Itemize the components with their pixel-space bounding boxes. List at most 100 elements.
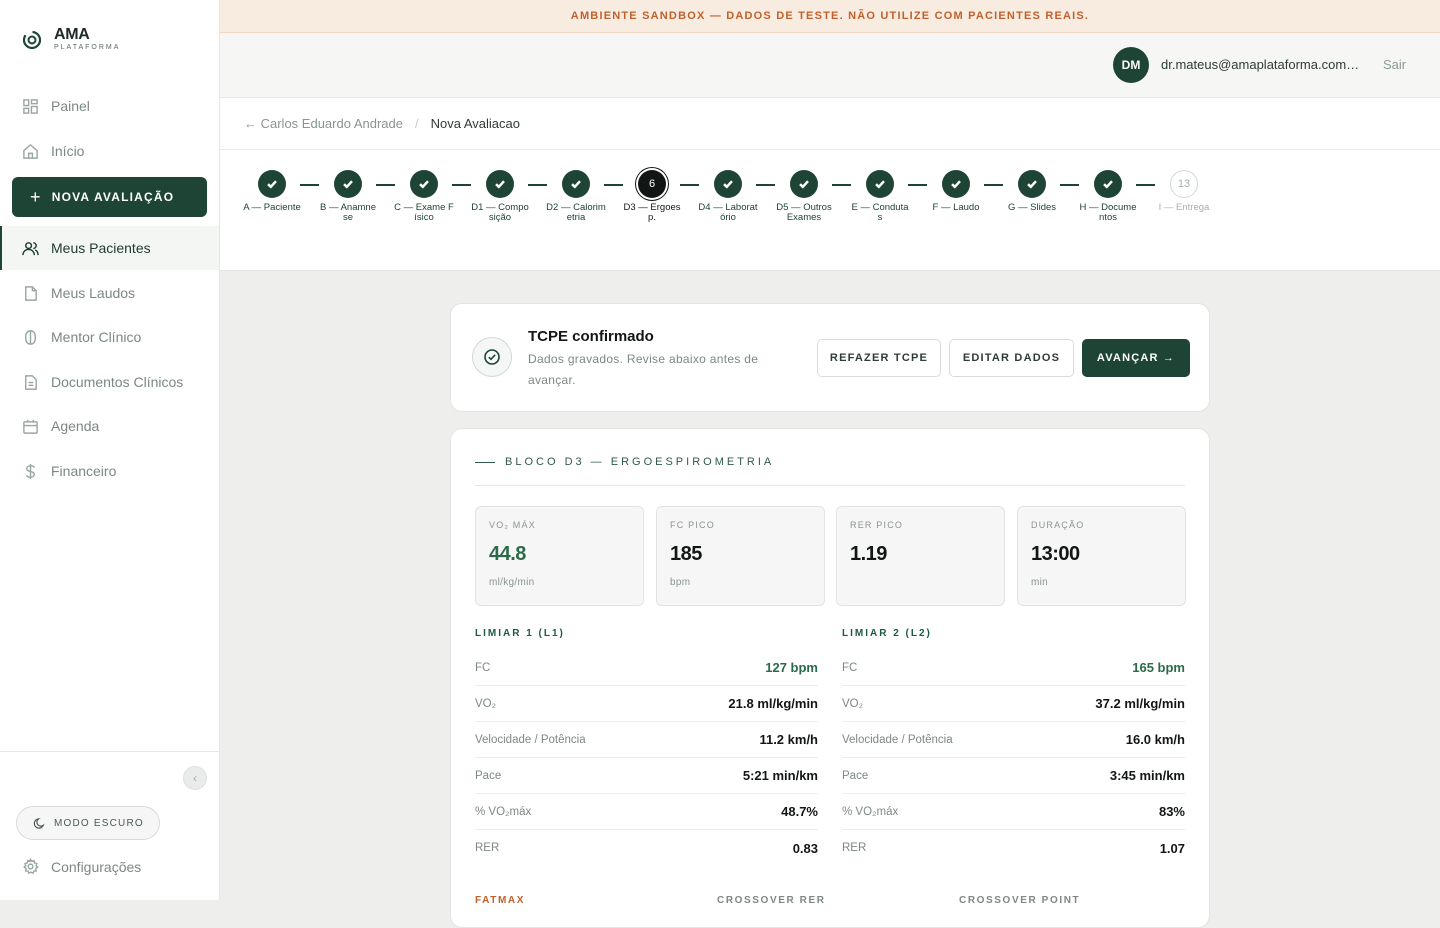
step-label: D1 — Composição (471, 202, 529, 223)
sidebar: AMA PLATAFORMA Painel Início + NOVA AVAL… (0, 0, 220, 900)
step-connector (1060, 184, 1079, 186)
sidebar-item-meus-pacientes[interactable]: Meus Pacientes (0, 226, 219, 270)
ergoespirometria-card: BLOCO D3 — ERGOESPIROMETRIA VO₂ MÁX 44.8… (450, 428, 1210, 928)
table-row: Velocidade / Potência 16.0 km/h (842, 722, 1185, 758)
step-connector (908, 184, 927, 186)
settings-label: Configurações (51, 858, 142, 875)
step-label: D2 — Calorimetria (546, 202, 606, 223)
settings-link[interactable]: Configurações (22, 858, 141, 875)
check-icon (258, 170, 286, 198)
crossover-point-title: CROSSOVER POINT (959, 895, 1081, 906)
step-number: 13 (1170, 170, 1198, 198)
row-label: Velocidade / Potência (475, 733, 586, 746)
table-row: % VO₂máx 48.7% (475, 794, 818, 830)
brand-subtitle: PLATAFORMA (54, 44, 121, 51)
logo[interactable]: AMA PLATAFORMA (22, 27, 120, 52)
advance-button[interactable]: AVANÇAR → (1082, 339, 1190, 377)
sidebar-item-label: Mentor Clínico (51, 329, 142, 345)
row-label: VO₂ (475, 697, 497, 710)
breadcrumb-current: Nova Avaliacao (430, 116, 520, 131)
row-value: 5:21 min/km (742, 768, 818, 783)
step-number: 6 (638, 170, 666, 198)
metric-label: VO₂ MÁX (489, 520, 536, 530)
row-label: RER (475, 842, 500, 854)
confirmation-title: TCPE confirmado (528, 328, 654, 345)
row-label: FC (842, 661, 858, 674)
step-label: I — Entrega (1158, 202, 1210, 213)
check-icon (562, 170, 590, 198)
row-value: 1.07 (1159, 840, 1185, 856)
step-label: B — Anamnese (320, 202, 376, 223)
check-icon (334, 170, 362, 198)
metric-label: DURAÇÃO (1031, 520, 1085, 530)
step-connector (452, 184, 471, 186)
row-value: 21.8 ml/kg/min (728, 696, 818, 711)
table-row: Pace 5:21 min/km (475, 758, 818, 794)
step-10[interactable]: G — Slides (1002, 170, 1062, 213)
row-label: RER (842, 842, 867, 854)
sidebar-item-painel[interactable]: Painel (0, 84, 219, 128)
step-7[interactable]: D5 — Outros Exames (774, 170, 834, 223)
sidebar-item-financeiro[interactable]: Financeiro (0, 449, 219, 493)
step-5[interactable]: 6 D3 — Ergoesp. (622, 170, 682, 223)
step-11[interactable]: H — Documentos (1078, 170, 1138, 223)
redo-tcpe-button[interactable]: REFAZER TCPE (817, 339, 941, 377)
table-row: RER 1.07 (842, 830, 1185, 866)
sidebar-item-meus-laudos[interactable]: Meus Laudos (0, 271, 219, 315)
crossover-rer-title: CROSSOVER RER (717, 895, 826, 906)
step-2[interactable]: C — Exame Físico (394, 170, 454, 223)
row-value: 165 bpm (1132, 660, 1185, 675)
sidebar-item-mentor-clinico[interactable]: Mentor Clínico (0, 315, 219, 359)
logo-icon (22, 30, 42, 49)
fatmax-title: FATMAX (475, 895, 525, 906)
metric-value: 44.8 (489, 543, 526, 565)
step-connector (376, 184, 395, 186)
plus-icon: + (30, 187, 42, 207)
metric-value: 185 (670, 543, 702, 565)
step-connector (528, 184, 547, 186)
sidebar-item-agenda[interactable]: Agenda (0, 404, 219, 448)
dark-mode-toggle[interactable]: MODO ESCURO (16, 806, 160, 840)
step-label: E — Condutas (851, 202, 909, 223)
sidebar-item-label: Meus Laudos (51, 285, 136, 301)
collapse-sidebar-button[interactable]: ‹ (183, 766, 207, 790)
document-icon (25, 374, 37, 390)
step-4[interactable]: D2 — Calorimetria (546, 170, 606, 223)
sidebar-item-documentos-clinicos[interactable]: Documentos Clínicos (0, 360, 219, 404)
metric-value: 13:00 (1031, 543, 1080, 565)
step-connector (300, 184, 319, 186)
new-evaluation-button[interactable]: + NOVA AVALIAÇÃO (12, 177, 207, 217)
step-label: A — Paciente (243, 202, 301, 213)
table-row: FC 127 bpm (475, 650, 818, 686)
logout-link[interactable]: Sair (1383, 57, 1406, 72)
step-label: D5 — Outros Exames (776, 202, 832, 223)
step-label: G — Slides (1007, 202, 1057, 213)
metric-card-duracao: DURAÇÃO 13:00 min (1017, 506, 1186, 606)
step-12[interactable]: 13 I — Entrega (1154, 170, 1214, 213)
brand-title: AMA (54, 26, 90, 43)
step-3[interactable]: D1 — Composição (470, 170, 530, 223)
block-title-dash (475, 461, 495, 463)
sidebar-item-label: Meus Pacientes (51, 240, 151, 256)
breadcrumb-back-link[interactable]: ← Carlos Eduardo Andrade (244, 116, 403, 131)
row-value: 37.2 ml/kg/min (1095, 696, 1185, 711)
step-1[interactable]: B — Anamnese (318, 170, 378, 223)
step-6[interactable]: D4 — Laboratório (698, 170, 758, 223)
sidebar-item-inicio[interactable]: Início (0, 129, 219, 173)
step-0[interactable]: A — Paciente (242, 170, 302, 213)
row-value: 16.0 km/h (1125, 732, 1185, 747)
block-title: BLOCO D3 — ERGOESPIROMETRIA (475, 456, 774, 468)
step-8[interactable]: E — Condutas (850, 170, 910, 223)
breadcrumb-separator: / (414, 116, 419, 131)
new-evaluation-label: NOVA AVALIAÇÃO (51, 190, 175, 204)
row-value: 48.7% (781, 804, 818, 819)
check-icon (486, 170, 514, 198)
row-value: 0.83 (792, 840, 818, 856)
metric-label: RER PICO (850, 520, 904, 530)
metric-unit: bpm (670, 577, 691, 588)
edit-data-button[interactable]: EDITAR DADOS (949, 339, 1074, 377)
avatar[interactable]: DM (1113, 47, 1149, 83)
step-9[interactable]: F — Laudo (926, 170, 986, 213)
step-connector (1136, 184, 1155, 186)
check-icon (1018, 170, 1046, 198)
